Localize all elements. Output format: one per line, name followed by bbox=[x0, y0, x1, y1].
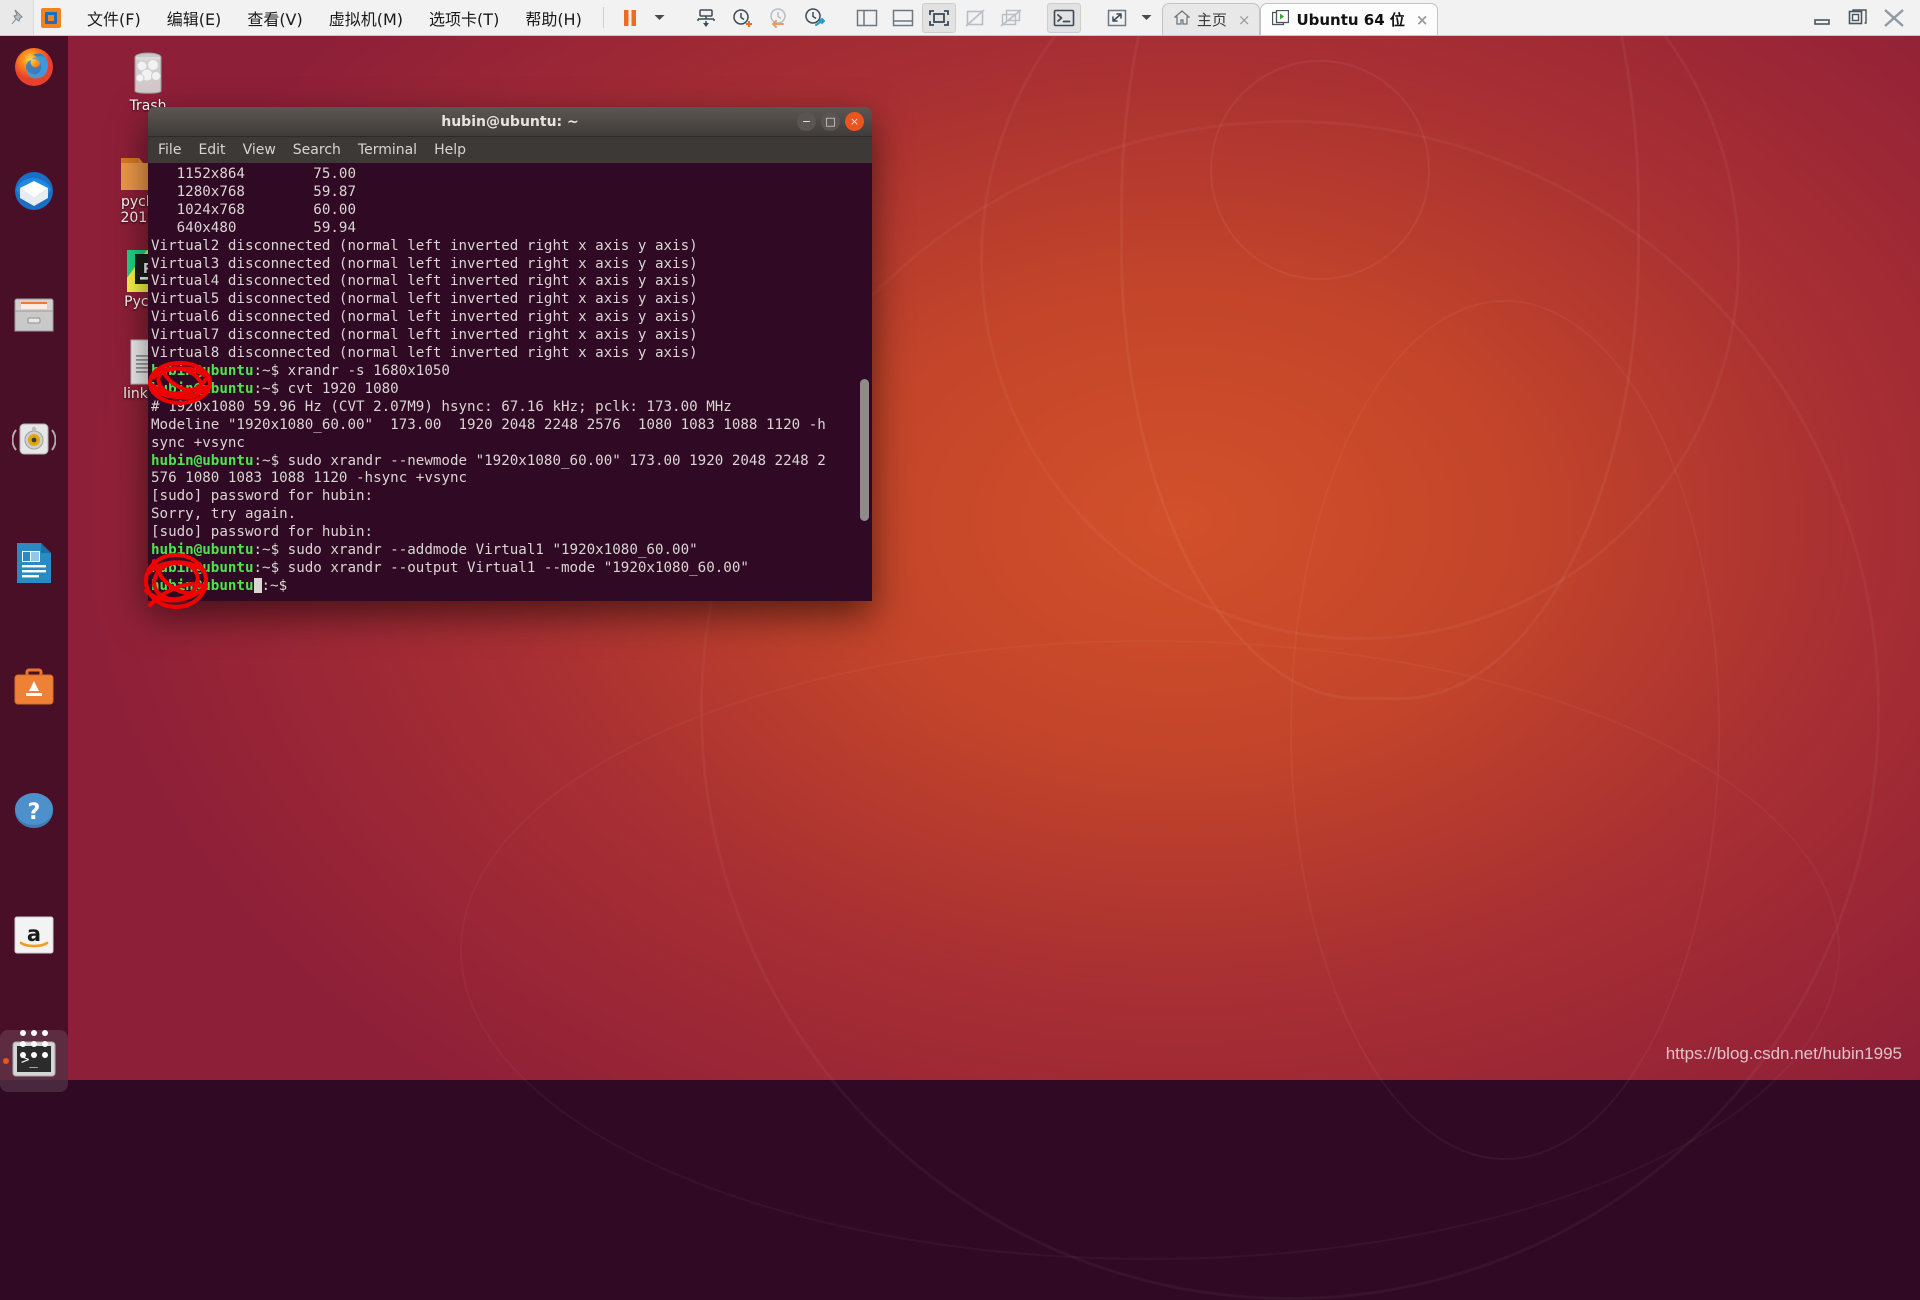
menu-tabs-cn[interactable]: 选项卡(T) bbox=[416, 4, 512, 32]
multiple-monitors-button[interactable] bbox=[994, 3, 1028, 33]
minimize-button[interactable]: − bbox=[797, 112, 816, 131]
show-thumbnails-button[interactable] bbox=[886, 3, 920, 33]
manage-snapshots-button[interactable] bbox=[797, 3, 831, 33]
terminal-title: hubin@ubuntu: ~ bbox=[441, 114, 579, 130]
terminal-output: 1152x864 75.00 1280x768 59.87 1024x768 6… bbox=[151, 166, 872, 596]
power-dropdown[interactable] bbox=[648, 13, 671, 23]
grid-dots-icon bbox=[20, 1030, 48, 1058]
toolbar-spacer bbox=[1438, 0, 1804, 35]
fullscreen-button[interactable] bbox=[1100, 3, 1134, 33]
trash-icon bbox=[96, 42, 200, 98]
snapshot-manager-button[interactable] bbox=[689, 3, 723, 33]
terminal-cursor bbox=[254, 578, 262, 593]
vmware-window-controls bbox=[1804, 0, 1920, 35]
vmware-toolbar: 文件(F) 编辑(E) 查看(V) 虚拟机(M) 选项卡(T) 帮助(H) bbox=[0, 0, 1920, 36]
help-question-icon: ? bbox=[13, 791, 55, 836]
rhythmbox-speaker-icon bbox=[12, 418, 56, 465]
dock-item-amazon[interactable]: a bbox=[0, 906, 68, 968]
home-icon bbox=[1174, 10, 1190, 29]
menu-help[interactable]: Help bbox=[434, 142, 466, 158]
menu-edit-cn[interactable]: 编辑(E) bbox=[154, 4, 235, 32]
show-applications-button[interactable] bbox=[0, 1014, 68, 1074]
tab-ubuntu-64[interactable]: Ubuntu 64 位 × bbox=[1260, 3, 1438, 35]
show-library-button[interactable] bbox=[850, 3, 884, 33]
vmware-logo-icon bbox=[34, 0, 68, 35]
restore-button[interactable] bbox=[1840, 1, 1876, 35]
dock-item-help[interactable]: ? bbox=[0, 782, 68, 844]
watermark: https://blog.csdn.net/hubin1995 bbox=[1666, 1044, 1902, 1064]
toolbar-divider bbox=[603, 7, 604, 28]
hide-console-button[interactable] bbox=[958, 3, 992, 33]
tab-home[interactable]: 主页 × bbox=[1162, 3, 1261, 35]
unity-mode-button[interactable] bbox=[1047, 3, 1081, 33]
dock-item-files[interactable] bbox=[0, 286, 68, 348]
tab-home-label: 主页 bbox=[1197, 9, 1227, 30]
show-console-button[interactable] bbox=[922, 3, 956, 33]
pin-icon[interactable] bbox=[0, 0, 34, 35]
menu-vm-cn[interactable]: 虚拟机(M) bbox=[316, 4, 416, 32]
amazon-icon: a bbox=[14, 916, 54, 959]
firefox-icon bbox=[12, 45, 56, 94]
terminal-window-controls: − □ × bbox=[797, 112, 864, 131]
vmware-toolbar-buttons bbox=[612, 0, 1158, 35]
menu-view-cn[interactable]: 查看(V) bbox=[234, 4, 315, 32]
menu-file[interactable]: File bbox=[158, 142, 181, 158]
revert-snapshot-button[interactable] bbox=[761, 3, 795, 33]
menu-view[interactable]: View bbox=[243, 142, 276, 158]
ubuntu-dock: ? a >_ bbox=[0, 34, 68, 1080]
terminal-body[interactable]: 1152x864 75.00 1280x768 59.87 1024x768 6… bbox=[148, 163, 872, 601]
close-button[interactable]: × bbox=[845, 112, 864, 131]
minimize-button[interactable] bbox=[1804, 1, 1840, 35]
close-button[interactable] bbox=[1876, 1, 1912, 35]
take-snapshot-button[interactable] bbox=[725, 3, 759, 33]
files-cabinet-icon bbox=[12, 295, 56, 340]
thunderbird-mail-icon bbox=[12, 169, 56, 218]
menu-edit[interactable]: Edit bbox=[198, 142, 225, 158]
fullscreen-dropdown[interactable] bbox=[1135, 13, 1158, 23]
menu-help-cn[interactable]: 帮助(H) bbox=[512, 4, 595, 32]
dock-item-firefox[interactable] bbox=[0, 38, 68, 100]
vmware-tabs: 主页 × Ubuntu 64 位 × bbox=[1162, 0, 1439, 35]
wallpaper-swirl-6 bbox=[460, 640, 1840, 1260]
vmware-menubar: 文件(F) 编辑(E) 查看(V) 虚拟机(M) 选项卡(T) 帮助(H) bbox=[68, 0, 595, 35]
tab-close-icon[interactable]: × bbox=[1238, 11, 1251, 29]
terminal-scrollbar[interactable] bbox=[860, 379, 869, 521]
suspend-button[interactable] bbox=[613, 3, 647, 33]
terminal-menubar: File Edit View Search Terminal Help bbox=[148, 137, 872, 163]
libreoffice-writer-icon bbox=[14, 541, 54, 590]
software-center-icon bbox=[12, 667, 56, 712]
maximize-button[interactable]: □ bbox=[821, 112, 840, 131]
desktop-icon-trash[interactable]: Trash bbox=[96, 42, 200, 114]
svg-text:a: a bbox=[27, 922, 41, 946]
menu-file-cn[interactable]: 文件(F) bbox=[74, 4, 154, 32]
dock-item-thunderbird[interactable] bbox=[0, 162, 68, 224]
dock-item-libreoffice-writer[interactable] bbox=[0, 534, 68, 596]
terminal-window[interactable]: hubin@ubuntu: ~ − □ × File Edit View Sea… bbox=[148, 107, 872, 601]
terminal-titlebar[interactable]: hubin@ubuntu: ~ − □ × bbox=[148, 107, 872, 137]
menu-terminal[interactable]: Terminal bbox=[358, 142, 417, 158]
tab-close-icon[interactable]: × bbox=[1416, 11, 1429, 29]
dock-item-ubuntu-software[interactable] bbox=[0, 658, 68, 720]
dock-item-rhythmbox[interactable] bbox=[0, 410, 68, 472]
vm-running-icon bbox=[1272, 10, 1289, 30]
svg-text:?: ? bbox=[28, 800, 41, 825]
tab-ubuntu-label: Ubuntu 64 位 bbox=[1296, 9, 1404, 30]
menu-search[interactable]: Search bbox=[293, 142, 341, 158]
